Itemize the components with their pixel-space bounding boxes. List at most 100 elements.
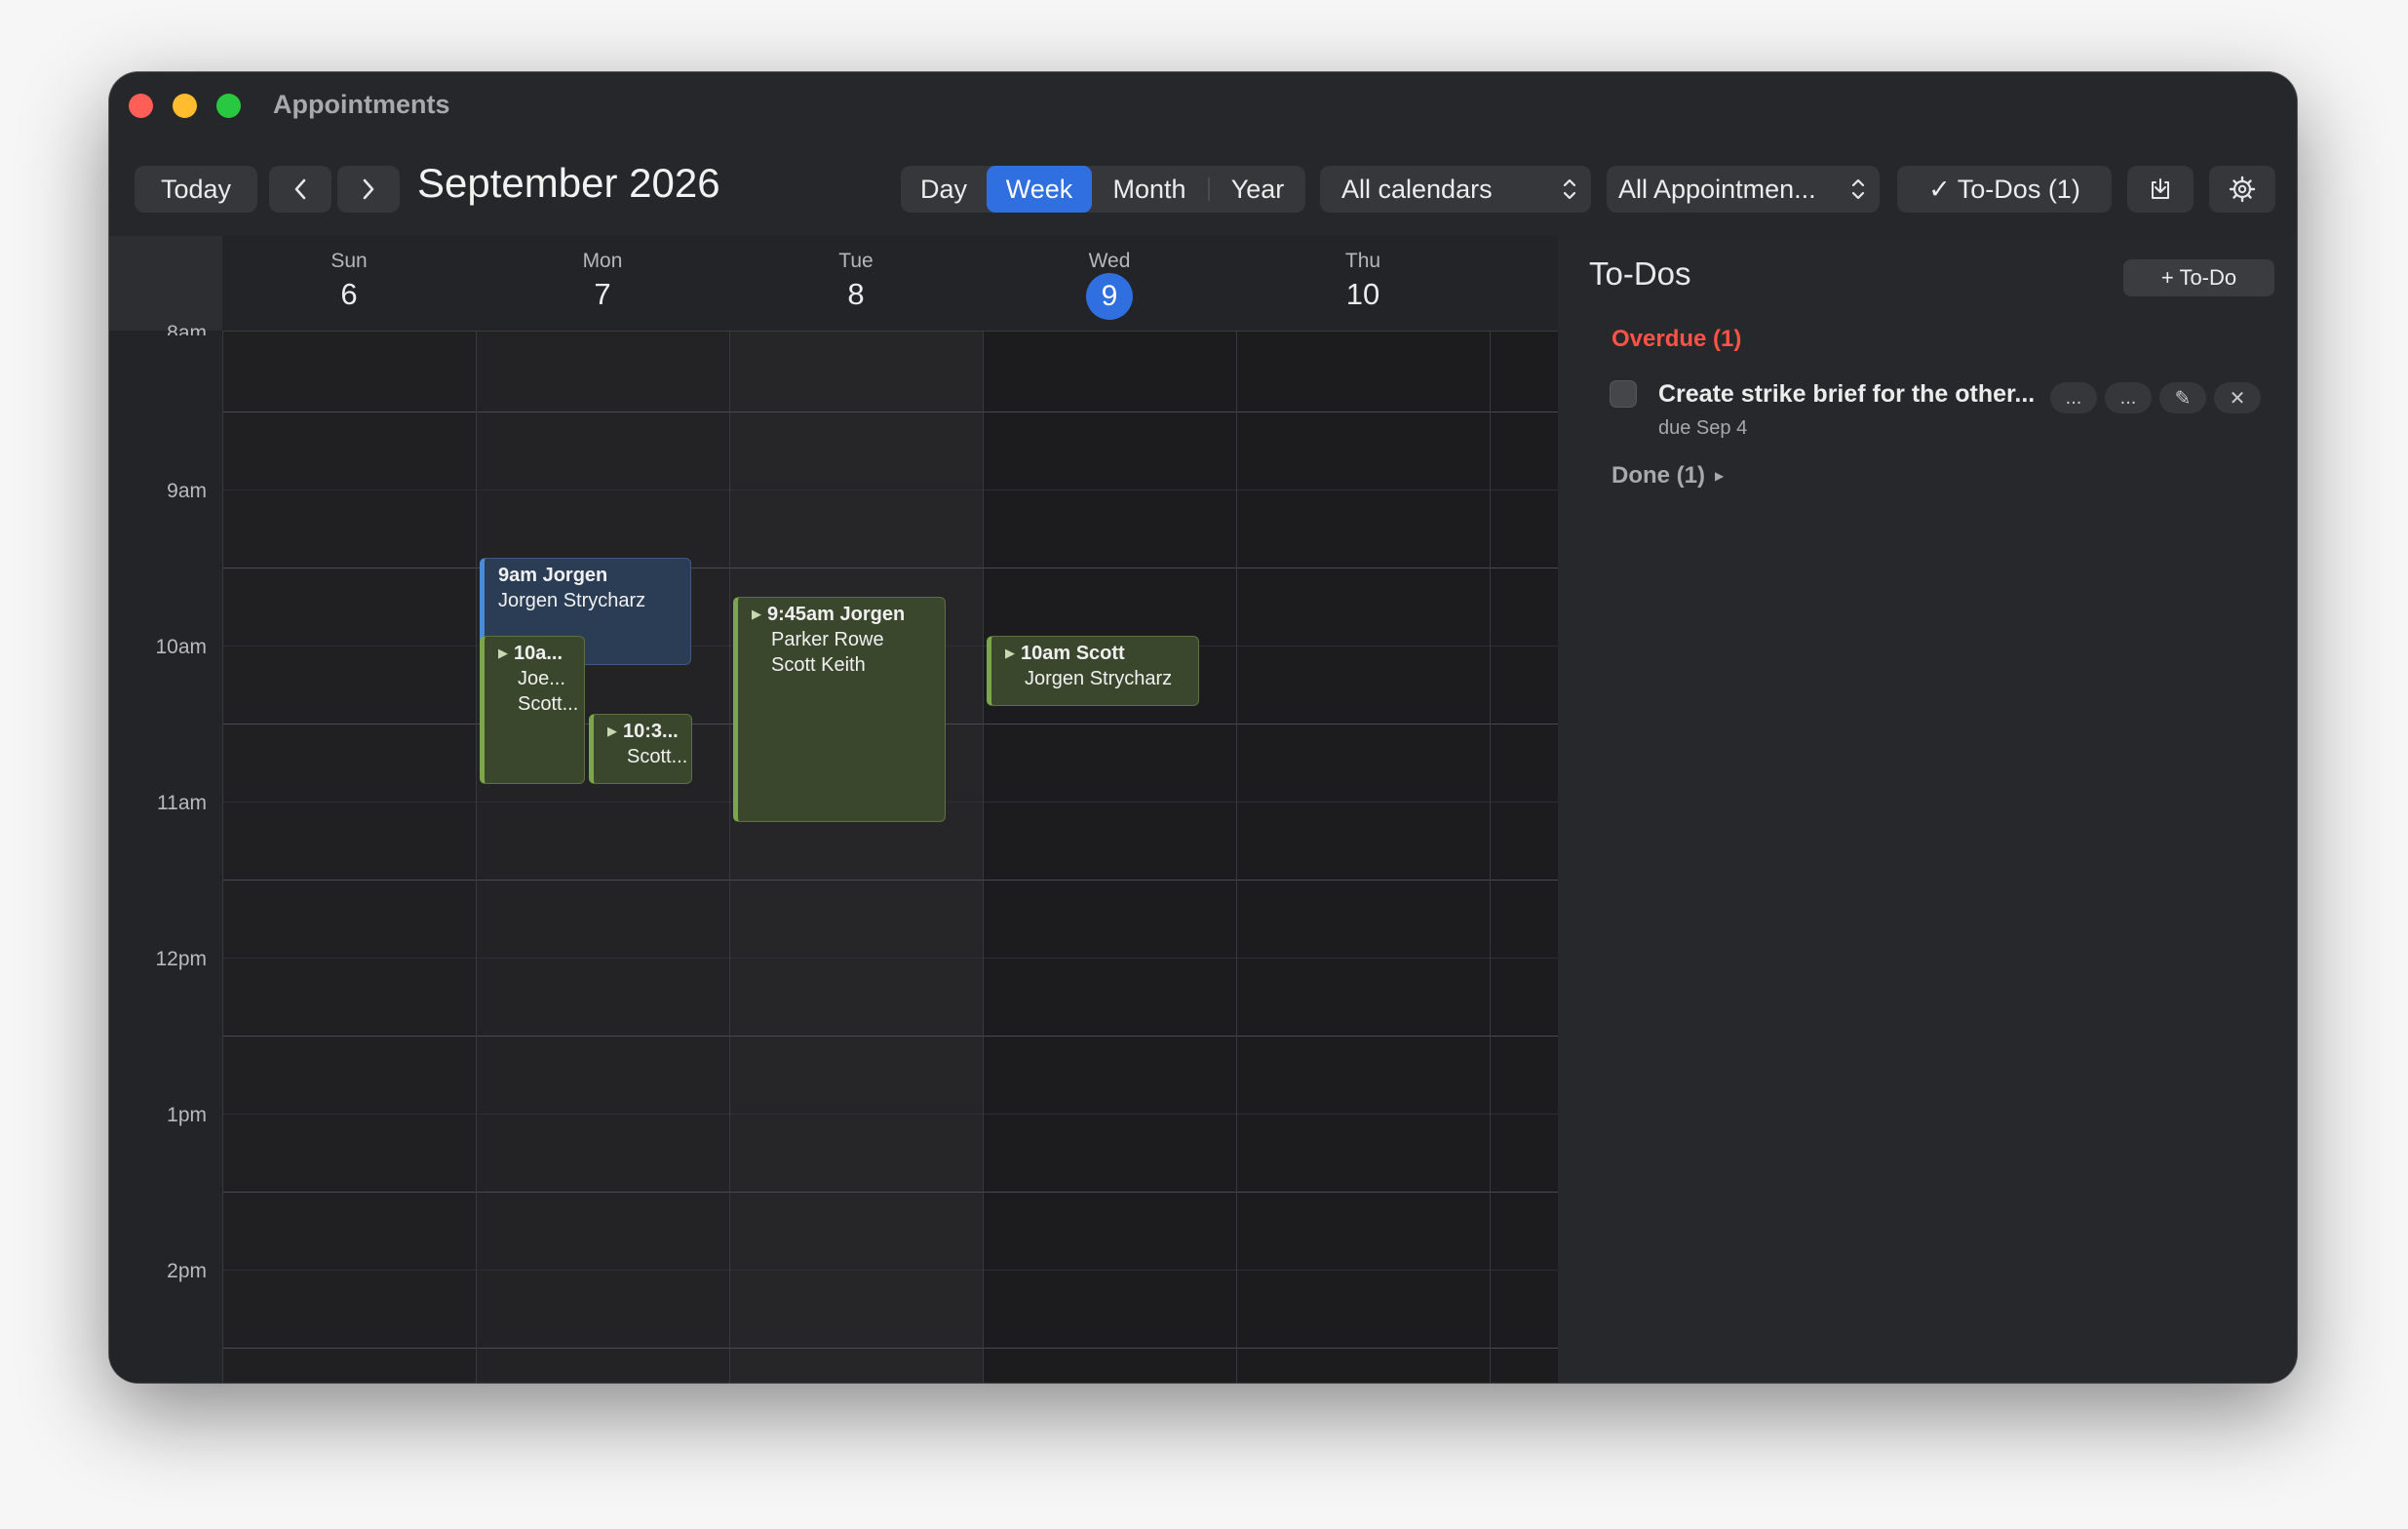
hour-label-8am: 8am xyxy=(167,322,207,335)
hour-label-9am: 9am xyxy=(167,480,207,502)
disclosure-triangle-icon: ▶ xyxy=(1715,469,1725,483)
todo-item-text[interactable]: Create strike brief for the other... xyxy=(1658,380,2035,409)
todo-checkbox[interactable] xyxy=(1610,380,1637,408)
up-down-chevron-icon xyxy=(1563,178,1576,200)
column-divider xyxy=(1236,236,1237,1383)
grid-line xyxy=(222,1270,1558,1271)
day-header-tue[interactable]: Tue 8 xyxy=(729,236,983,332)
event-attendee: Jorgen Strycharz xyxy=(1025,668,1173,689)
hour-label-10am: 10am xyxy=(155,636,207,658)
column-divider xyxy=(222,236,223,1383)
time-gutter-header xyxy=(109,236,222,331)
day-of-week: Wed xyxy=(1088,250,1131,272)
calendar-filter-select[interactable]: All calendars xyxy=(1320,166,1591,213)
event-title: 10:3... xyxy=(623,721,679,742)
event-block[interactable]: ▶ 9:45am Jorgen Parker Rowe Scott Keith xyxy=(733,597,946,822)
chevron-left-icon xyxy=(294,178,306,200)
todo-more-button[interactable]: ... xyxy=(2050,382,2097,413)
grid-line xyxy=(222,958,1558,959)
hour-label-11am: 11am xyxy=(157,792,207,814)
disclosure-triangle-icon: ▶ xyxy=(752,607,761,621)
event-title: 9am Jorgen xyxy=(498,565,608,586)
column-divider xyxy=(729,236,730,1383)
chevron-right-icon xyxy=(363,178,374,200)
grid-line xyxy=(222,1192,1558,1193)
day-of-week: Thu xyxy=(1344,250,1381,272)
close-window-button[interactable] xyxy=(129,94,153,118)
app-window: Appointments Today September 2026 Day We… xyxy=(109,72,2297,1383)
month-title: September 2026 xyxy=(417,160,720,206)
event-attendee: Scott... xyxy=(627,746,688,767)
event-attendee: Scott Keith xyxy=(771,654,866,676)
hour-label-2pm: 2pm xyxy=(167,1260,207,1282)
today-button[interactable]: Today xyxy=(135,166,257,213)
disclosure-triangle-icon: ▶ xyxy=(607,724,617,738)
event-title: 10am Scott xyxy=(1021,643,1125,664)
done-section-label: Done (1) xyxy=(1612,462,1705,489)
todos-title: To-Dos xyxy=(1589,255,1691,292)
overdue-section-header: Overdue (1) xyxy=(1612,326,1742,352)
day-header-mon[interactable]: Mon 7 xyxy=(476,236,729,332)
view-year-button[interactable]: Year xyxy=(1210,166,1305,213)
settings-button[interactable] xyxy=(2209,166,2275,213)
day-number: 6 xyxy=(340,277,358,311)
todo-edit-button[interactable]: ✎ xyxy=(2159,382,2206,413)
todo-more-button[interactable]: ... xyxy=(2105,382,2152,413)
day-column-wed[interactable] xyxy=(983,236,1236,1383)
day-header-partial xyxy=(1490,236,1558,332)
day-header-sun[interactable]: Sun 6 xyxy=(222,236,476,332)
calendar-filter-label: All calendars xyxy=(1341,174,1493,204)
event-title: 10a... xyxy=(514,643,563,664)
day-header-wed[interactable]: Wed 9 xyxy=(983,236,1236,332)
column-divider xyxy=(983,236,984,1383)
grid-line xyxy=(222,1348,1558,1349)
next-week-button[interactable] xyxy=(337,166,400,213)
zoom-window-button[interactable] xyxy=(216,94,241,118)
event-attendee: Jorgen Strycharz xyxy=(498,590,646,611)
todos-panel: To-Dos + To-Do Overdue (1) Create strike… xyxy=(1558,236,2297,1383)
add-todo-button[interactable]: + To-Do xyxy=(2123,259,2274,296)
day-column-sun[interactable] xyxy=(222,236,476,1383)
day-number: 8 xyxy=(847,277,865,311)
day-column-mon[interactable] xyxy=(476,236,729,1383)
day-column-partial xyxy=(1490,236,1558,1383)
event-block[interactable]: ▶ 10a... Joe... Scott... xyxy=(480,636,585,784)
event-title: 9:45am Jorgen xyxy=(767,604,906,625)
window-title: Appointments xyxy=(273,90,450,119)
event-attendee: Scott... xyxy=(518,693,579,715)
day-of-week: Tue xyxy=(838,250,874,272)
today-day-number: 9 xyxy=(1086,273,1133,320)
day-of-week: Sun xyxy=(330,250,368,272)
todos-toggle-button[interactable]: ✓ To-Dos (1) xyxy=(1897,166,2112,213)
week-calendar-grid: 8am 9am 10am 11am 12pm 1pm 2pm Sun 6 Mon… xyxy=(109,236,1558,1383)
view-month-button[interactable]: Month xyxy=(1092,166,1207,213)
appointment-filter-select[interactable]: All Appointmen... xyxy=(1607,166,1880,213)
view-week-button[interactable]: Week xyxy=(987,166,1092,213)
title-bar: Appointments xyxy=(109,72,2297,138)
previous-week-button[interactable] xyxy=(269,166,331,213)
hour-label-1pm: 1pm xyxy=(167,1104,207,1126)
export-button[interactable] xyxy=(2127,166,2194,213)
view-day-button[interactable]: Day xyxy=(901,166,987,213)
todo-delete-button[interactable]: ✕ xyxy=(2214,382,2261,413)
gear-icon xyxy=(2229,176,2256,203)
up-down-chevron-icon xyxy=(1851,178,1865,200)
view-mode-segmented-control: Day Week Month Year xyxy=(901,166,1305,213)
event-attendee: Joe... xyxy=(518,668,565,689)
day-column-thu[interactable] xyxy=(1236,236,1490,1383)
day-number: 10 xyxy=(1345,277,1380,311)
minimize-window-button[interactable] xyxy=(173,94,197,118)
done-section-header[interactable]: Done (1) ▶ xyxy=(1612,462,1724,490)
day-of-week: Mon xyxy=(582,250,623,272)
day-header-thu[interactable]: Thu 10 xyxy=(1236,236,1490,332)
column-divider xyxy=(476,236,477,1383)
todo-due-date: due Sep 4 xyxy=(1658,417,1748,439)
event-block[interactable]: ▶ 10:3... Scott... xyxy=(589,714,692,784)
hour-label-12pm: 12pm xyxy=(155,948,207,970)
grid-line xyxy=(222,880,1558,881)
grid-line xyxy=(222,1114,1558,1115)
event-block[interactable]: ▶ 10am Scott Jorgen Strycharz xyxy=(987,636,1199,706)
event-attendee: Parker Rowe xyxy=(771,629,884,650)
download-tray-icon xyxy=(2152,178,2169,199)
appointment-filter-label: All Appointmen... xyxy=(1618,174,1816,204)
